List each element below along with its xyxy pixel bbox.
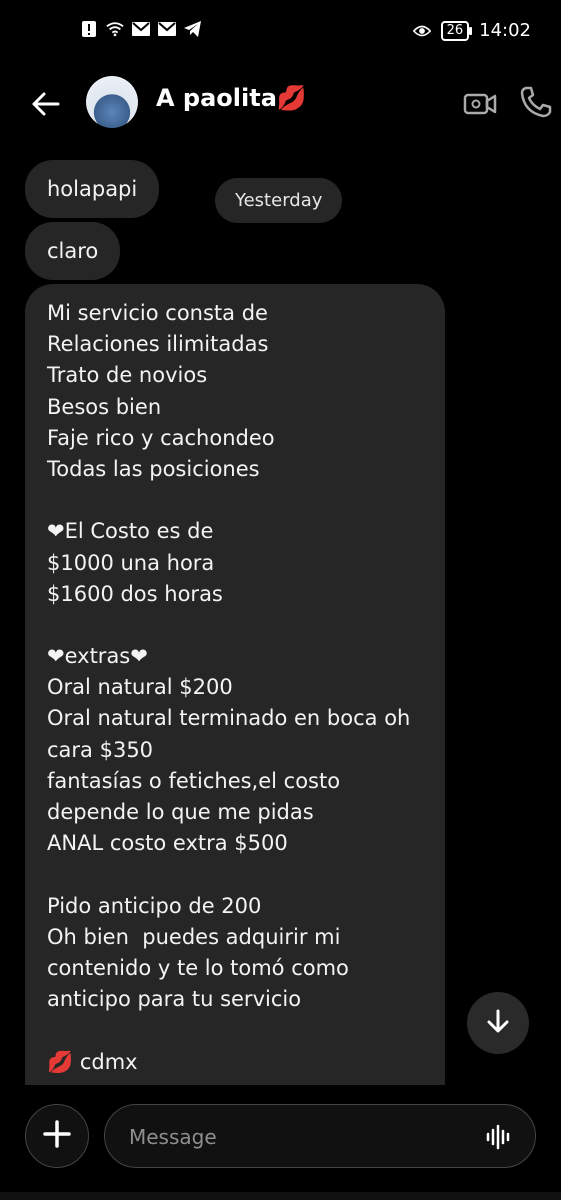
back-arrow-icon[interactable] (28, 86, 64, 122)
add-attachment-button[interactable] (25, 1104, 89, 1168)
eye-icon (412, 22, 431, 40)
message-line: depende lo que me pidas (47, 800, 314, 824)
date-separator: Yesterday (215, 178, 343, 223)
message-line: contenido y te lo tomó como (47, 955, 349, 980)
message-line: Relaciones ilimitadas (47, 332, 269, 357)
message-line: Todas las posiciones (47, 456, 260, 481)
message-line: 💋 cdmx (47, 1049, 138, 1074)
message-bubble[interactable]: holapapi (25, 160, 160, 218)
plus-icon (42, 1119, 72, 1153)
message-line (47, 1015, 423, 1046)
status-bar: 26 14:02 (0, 0, 561, 64)
chat-header: A paolita💋 (0, 66, 561, 144)
message-line: $1000 una hora (47, 550, 215, 575)
phone-call-icon[interactable] (518, 84, 554, 120)
arrow-down-icon (484, 1007, 512, 1039)
message-placeholder: Message (129, 1125, 217, 1149)
message-list[interactable]: holapapi Yesterday claro Mi servicio con… (0, 150, 561, 1085)
scroll-to-bottom-button[interactable] (467, 992, 529, 1054)
message-line: cara $350 (47, 737, 154, 762)
bottom-strip (0, 1192, 561, 1200)
long-message-bubble[interactable]: Mi servicio consta de Relaciones ilimita… (25, 284, 445, 1085)
message-line: Oral natural $200 (47, 675, 233, 700)
message-line: Trato de novios (47, 363, 208, 388)
status-icons-left (80, 20, 202, 38)
video-call-icon[interactable] (462, 86, 498, 122)
message-line: ANAL costo extra $500 (47, 831, 288, 856)
message-line: Mi servicio consta de (47, 301, 268, 325)
contact-name[interactable]: A paolita💋 (156, 84, 307, 112)
message-line: Oh bien puedes adquirir mi (47, 924, 341, 949)
message-line: ❤El Costo es de (47, 519, 214, 544)
wifi-icon (106, 20, 124, 38)
message-line: Faje rico y cachondeo (47, 425, 275, 450)
telegram-icon (184, 20, 202, 38)
message-line: Besos bien (47, 394, 162, 419)
message-line: Pido anticipo de 200 (47, 893, 262, 918)
message-line (47, 859, 423, 890)
voice-message-icon[interactable] (485, 1123, 513, 1151)
message-line (47, 610, 423, 641)
message-line: fantasías o fetiches,el costo (47, 768, 341, 793)
battery-indicator: 26 (440, 20, 472, 41)
message-bubble[interactable]: claro (25, 222, 121, 280)
message-line: anticipo para tu servicio (47, 987, 302, 1012)
clock: 14:02 (479, 20, 531, 41)
alert-icon (80, 20, 98, 38)
message-line: ❤extras❤ (47, 644, 148, 669)
composer: Message (0, 1090, 561, 1200)
message-input[interactable]: Message (104, 1104, 536, 1168)
mail-icon (132, 20, 150, 38)
avatar[interactable] (86, 76, 138, 128)
message-line (47, 485, 423, 516)
status-icons-right: 26 14:02 (412, 20, 531, 41)
message-line: $1600 dos horas (47, 581, 223, 606)
message-line: Oral natural terminado en boca oh (47, 706, 411, 731)
mail-icon (158, 20, 176, 38)
